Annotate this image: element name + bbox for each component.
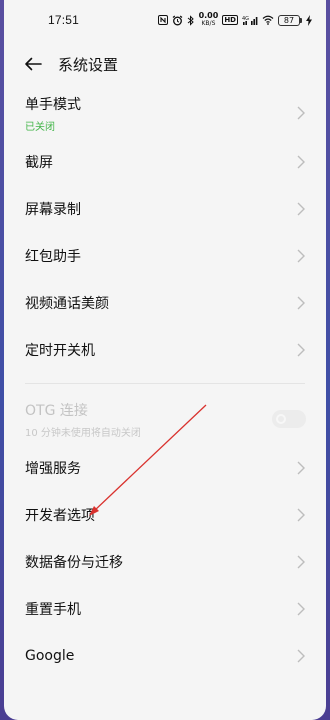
setting-description: 10 分钟未使用将自动关闭 <box>25 427 141 439</box>
battery-icon: 87 <box>278 14 302 26</box>
setting-scheduled-power[interactable]: 定时开关机 <box>4 326 326 373</box>
setting-label: 重置手机 <box>25 601 81 618</box>
hd-badge: HD <box>222 15 238 25</box>
chevron-right-icon <box>296 154 306 170</box>
setting-label: OTG 连接 <box>25 402 88 419</box>
chevron-right-icon <box>296 601 306 617</box>
network-speed: 0.00 KB/S <box>199 12 219 28</box>
setting-label: 增强服务 <box>25 460 81 477</box>
setting-label: 单手模式 <box>25 96 81 113</box>
otg-toggle[interactable] <box>272 410 306 428</box>
battery-level: 87 <box>278 14 300 26</box>
setting-label: 截屏 <box>25 154 53 171</box>
setting-label: 定时开关机 <box>25 342 95 359</box>
page-header: 系统设置 <box>4 40 326 88</box>
settings-list: 单手模式 已关闭 截屏 屏幕录制 红包助手 视频通话美颜 定时开关机 OTG 连… <box>4 88 326 679</box>
chevron-right-icon <box>296 105 306 121</box>
chevron-right-icon <box>296 507 306 523</box>
setting-red-packet-assistant[interactable]: 红包助手 <box>4 232 326 279</box>
setting-label: Google <box>25 647 75 664</box>
setting-label: 红包助手 <box>25 248 81 265</box>
status-bar: 17:51 0.00 KB/S HD 4G 87 <box>4 0 326 40</box>
setting-reset-phone[interactable]: 重置手机 <box>4 585 326 632</box>
chevron-right-icon <box>296 342 306 358</box>
setting-screen-record[interactable]: 屏幕录制 <box>4 185 326 232</box>
chevron-right-icon <box>296 460 306 476</box>
page-title: 系统设置 <box>58 55 119 74</box>
setting-data-backup[interactable]: 数据备份与迁移 <box>4 538 326 585</box>
section-divider <box>25 383 305 384</box>
signal-icon: 4G <box>242 15 258 26</box>
setting-label: 数据备份与迁移 <box>25 554 123 571</box>
settings-screen: 17:51 0.00 KB/S HD 4G 87 系统设置 单手模式 已关闭 截… <box>4 0 326 720</box>
setting-label: 屏幕录制 <box>25 201 81 218</box>
setting-label: 视频通话美颜 <box>25 295 109 312</box>
back-arrow-icon[interactable] <box>22 53 44 75</box>
alarm-icon <box>172 15 183 26</box>
setting-video-call-beauty[interactable]: 视频通话美颜 <box>4 279 326 326</box>
status-icons: 0.00 KB/S HD 4G 87 <box>157 12 312 28</box>
wifi-icon <box>262 15 274 25</box>
chevron-right-icon <box>296 248 306 264</box>
setting-one-hand-mode[interactable]: 单手模式 已关闭 <box>4 88 326 138</box>
bluetooth-icon <box>187 14 195 26</box>
setting-screenshot[interactable]: 截屏 <box>4 138 326 185</box>
charging-icon <box>306 14 312 26</box>
network-speed-value: 0.00 <box>198 11 219 20</box>
setting-google[interactable]: Google <box>4 632 326 679</box>
setting-developer-options[interactable]: 开发者选项 <box>4 491 326 538</box>
status-time: 17:51 <box>48 13 80 27</box>
setting-enhanced-services[interactable]: 增强服务 <box>4 444 326 491</box>
setting-label: 开发者选项 <box>25 507 95 524</box>
chevron-right-icon <box>296 648 306 664</box>
setting-otg-connection: OTG 连接 10 分钟未使用将自动关闭 <box>4 394 326 444</box>
network-speed-unit: KB/S <box>201 20 216 27</box>
nfc-icon <box>157 15 168 25</box>
chevron-right-icon <box>296 201 306 217</box>
chevron-right-icon <box>296 295 306 311</box>
setting-status: 已关闭 <box>25 121 55 133</box>
chevron-right-icon <box>296 554 306 570</box>
